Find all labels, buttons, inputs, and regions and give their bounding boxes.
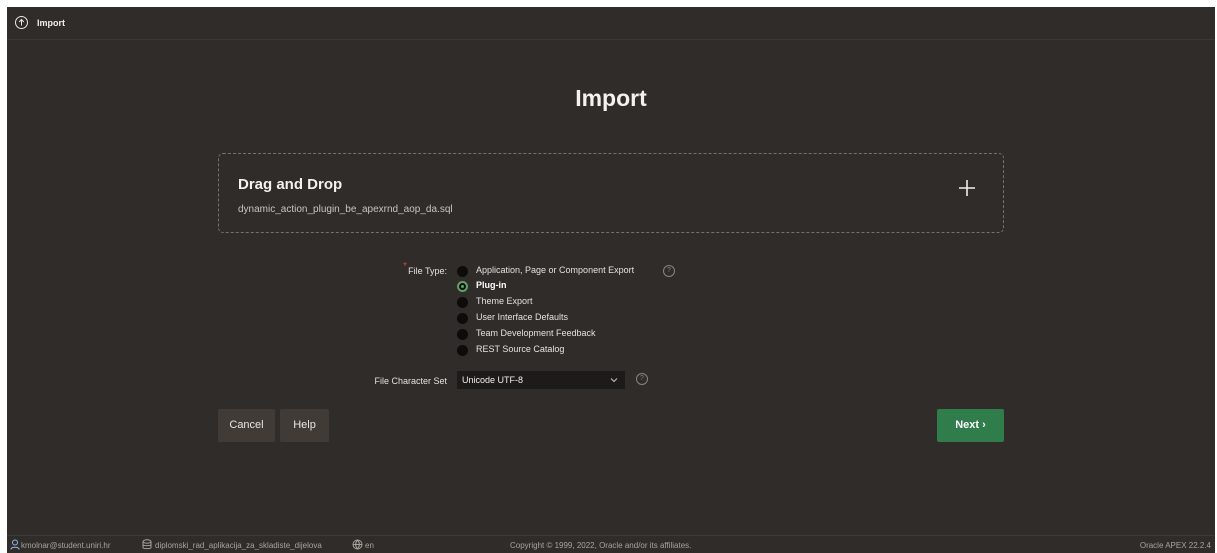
file-type-label: * File Type: <box>365 261 447 276</box>
radio-button[interactable] <box>457 345 468 356</box>
top-bar: Import <box>7 7 1215 40</box>
help-button[interactable]: Help <box>280 409 329 442</box>
file-character-set-select[interactable]: Unicode UTF-8 <box>457 371 625 389</box>
radio-button[interactable] <box>457 313 468 324</box>
footer-workspace[interactable]: diplomski_rad_aplikacija_za_skladiste_di… <box>155 541 322 550</box>
radio-label: User Interface Defaults <box>476 312 569 322</box>
footer: kmolnar@student.uniri.hr diplomski_rad_a… <box>7 535 1215 553</box>
help-icon[interactable]: ? <box>636 373 648 385</box>
plus-icon[interactable] <box>956 177 978 199</box>
footer-user[interactable]: kmolnar@student.uniri.hr <box>21 541 111 550</box>
radio-label: REST Source Catalog <box>476 344 565 354</box>
database-icon <box>142 539 152 550</box>
radio-label: Theme Export <box>476 296 533 306</box>
radio-label: Plug-in <box>476 280 507 290</box>
radio-button[interactable] <box>457 266 468 277</box>
next-button[interactable]: Next › <box>937 409 1004 442</box>
file-character-set-label: File Character Set <box>374 376 447 386</box>
chevron-down-icon <box>610 378 618 383</box>
page-title: Import <box>575 85 647 111</box>
radio-button[interactable] <box>457 329 468 340</box>
user-icon <box>10 539 20 550</box>
footer-copyright: Copyright © 1999, 2022, Oracle and/or it… <box>510 541 692 550</box>
radio-label: Application, Page or Component Export <box>476 265 635 275</box>
cancel-button[interactable]: Cancel <box>218 409 275 442</box>
required-marker: * <box>403 261 408 272</box>
help-icon[interactable]: ? <box>663 265 675 277</box>
footer-version: Oracle APEX 22.2.4 <box>1139 541 1211 550</box>
app-frame: Import Import Drag and Drop dynamic_acti… <box>7 7 1215 553</box>
footer-language[interactable]: en <box>365 541 374 550</box>
file-dropzone[interactable]: Drag and Drop dynamic_action_plugin_be_a… <box>218 153 1004 233</box>
top-bar-title: Import <box>37 18 65 28</box>
globe-icon <box>352 539 363 550</box>
radio-button[interactable] <box>457 297 468 308</box>
dropzone-filename: dynamic_action_plugin_be_apexrnd_aop_da.… <box>238 204 453 215</box>
select-value: Unicode UTF-8 <box>462 375 524 385</box>
radio-label: Team Development Feedback <box>476 328 596 338</box>
dropzone-title: Drag and Drop <box>238 176 343 193</box>
upload-circle-icon <box>15 16 28 29</box>
file-type-label-text: File Type: <box>408 266 447 276</box>
radio-button-selected[interactable] <box>457 281 468 292</box>
